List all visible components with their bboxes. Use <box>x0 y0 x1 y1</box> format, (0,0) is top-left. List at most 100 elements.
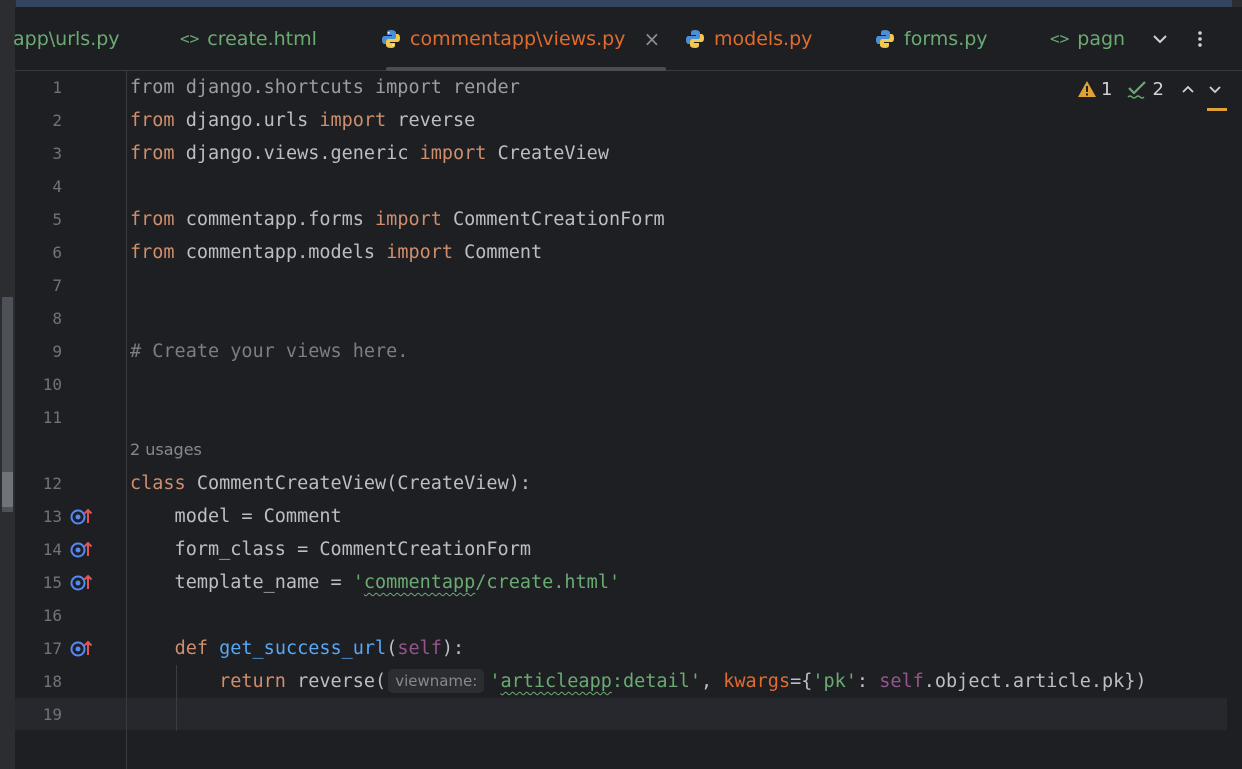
code-token: from <box>130 242 175 263</box>
code-token: import <box>419 143 487 164</box>
close-icon[interactable]: × <box>643 27 660 51</box>
line-number: 2 <box>52 111 62 130</box>
more-vertical-icon <box>1198 30 1202 47</box>
scrollbar-thumb-highlight <box>2 472 13 507</box>
code-text: # Create your views here. <box>130 335 408 368</box>
code-token: Comment <box>453 242 543 263</box>
code-token: self <box>879 671 924 692</box>
line-number: 11 <box>42 408 62 427</box>
code-line[interactable]: 5 from commentapp.forms import CommentCre… <box>15 203 1242 236</box>
line-number: 13 <box>42 507 62 526</box>
code-line[interactable]: 2 from django.urls import reverse <box>15 104 1242 137</box>
code-token: from django.shortcuts import render <box>130 77 520 98</box>
tab-create-html[interactable]: <> create.html <box>180 7 317 70</box>
override-gutter-icon[interactable] <box>70 506 94 526</box>
code-text: template_name = 'commentapp/create.html' <box>130 566 621 599</box>
line-number: 18 <box>42 672 62 691</box>
override-gutter-icon[interactable] <box>70 539 94 559</box>
code-token: # Create your views here. <box>130 341 409 362</box>
line-number: 3 <box>52 144 62 163</box>
code-text: from django.views.generic import CreateV… <box>130 137 609 170</box>
code-token: model = Comment <box>130 506 342 527</box>
code-line[interactable]: 11 <box>15 401 1242 434</box>
code-token: def <box>174 638 208 659</box>
code-token: : <box>856 671 880 692</box>
code-token: import <box>375 209 442 230</box>
tab-label: pagn <box>1077 27 1126 50</box>
code-token: django.views.generic <box>174 143 420 164</box>
code-token: ' <box>489 671 501 692</box>
code-token: /create.html' <box>475 572 621 593</box>
tab-pagination-html[interactable]: <> pagn <box>1050 7 1150 70</box>
code-token: form_class = CommentCreationForm <box>130 539 531 560</box>
code-text: def get_success_url(self): <box>130 632 465 665</box>
code-token: reverse <box>386 110 476 131</box>
code-line[interactable]: 7 <box>15 269 1242 302</box>
code-token: from <box>130 110 175 131</box>
code-line[interactable]: 8 <box>15 302 1242 335</box>
line-number: 5 <box>52 210 62 229</box>
code-token: ( <box>386 638 398 659</box>
line-number: 9 <box>52 342 62 361</box>
code-token: get_success_url <box>219 638 387 659</box>
code-text: from commentapp.forms import CommentCrea… <box>130 203 665 236</box>
tab-forms-py[interactable]: forms.py <box>875 7 988 70</box>
line-number: 12 <box>42 474 62 493</box>
override-gutter-icon[interactable] <box>70 638 94 658</box>
code-line[interactable]: 15 template_name = 'commentapp/create.ht… <box>15 566 1242 599</box>
top-accent-bar <box>16 0 1232 7</box>
override-gutter-icon[interactable] <box>70 572 94 592</box>
code-line[interactable]: 19 <box>15 698 1242 731</box>
line-number: 8 <box>52 309 62 328</box>
code-line[interactable]: 6 from commentapp.models import Comment <box>15 236 1242 269</box>
window-top-strip <box>0 0 1242 7</box>
tab-models-py[interactable]: models.py <box>685 7 812 70</box>
code-text: form_class = CommentCreationForm <box>130 533 531 566</box>
tab-list-dropdown[interactable] <box>1150 7 1170 70</box>
code-line[interactable]: 3 from django.views.generic import Create… <box>15 137 1242 170</box>
line-number: 10 <box>42 375 62 394</box>
tab-urls-py[interactable]: app\urls.py <box>13 7 120 70</box>
code-line[interactable]: 14 form_class = CommentCreationForm <box>15 533 1242 566</box>
line-number: 6 <box>52 243 62 262</box>
code-token: import <box>319 110 387 131</box>
code-token: django.urls <box>174 110 320 131</box>
code-token: ' <box>352 572 364 593</box>
chevron-down-icon <box>1153 34 1167 43</box>
code-token: reverse( <box>285 671 387 692</box>
code-token: return <box>219 671 286 692</box>
code-line[interactable]: 4 <box>15 170 1242 203</box>
code-token: 'pk' <box>812 671 857 692</box>
code-line[interactable]: 12 class CommentCreateView(CreateView): <box>15 467 1242 500</box>
code-token: CommentCreationForm <box>441 209 665 230</box>
left-scrollbar[interactable] <box>0 7 15 769</box>
line-number: 15 <box>42 573 62 592</box>
line-number: 1 <box>52 78 62 97</box>
code-line[interactable]: 1 from django.shortcuts import render <box>15 71 1242 104</box>
code-text: from django.urls import reverse <box>130 104 475 137</box>
code-token: from <box>130 209 175 230</box>
code-line[interactable]: 10 <box>15 368 1242 401</box>
more-options-button[interactable] <box>1190 7 1210 70</box>
code-text: from django.shortcuts import render <box>130 71 520 104</box>
code-token: commentapp.forms <box>174 209 376 230</box>
code-line[interactable]: 18 return reverse(viewname:'articleapp:d… <box>15 665 1242 698</box>
code-line[interactable]: 9 # Create your views here. <box>15 335 1242 368</box>
code-line[interactable]: 16 <box>15 599 1242 632</box>
tab-views-py[interactable]: commentapp\views.py × <box>381 7 667 71</box>
code-token: kwargs <box>723 671 791 692</box>
code-token: CreateView <box>486 143 609 164</box>
code-editor[interactable]: 1 2 2 usages 1 from django.shortcuts impo… <box>15 71 1242 769</box>
code-token: :detail' <box>611 671 701 692</box>
line-number: 4 <box>52 177 62 196</box>
line-number: 19 <box>42 705 62 724</box>
code-line[interactable]: 17 def get_success_url(self): <box>15 632 1242 665</box>
code-token: commentapp.models <box>174 242 387 263</box>
code-token: template_name = <box>130 572 353 593</box>
code-token: .object.article.pk}) <box>923 671 1147 692</box>
line-number: 16 <box>42 606 62 625</box>
usages-hint[interactable]: 2 usages <box>130 435 202 465</box>
code-line[interactable]: 13 model = Comment <box>15 500 1242 533</box>
